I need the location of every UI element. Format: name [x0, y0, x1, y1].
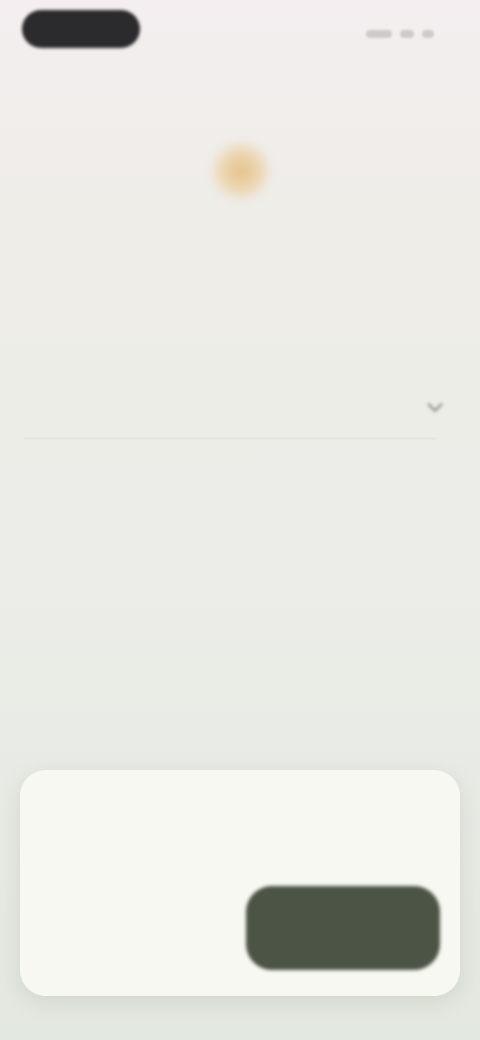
status-bar	[0, 0, 480, 60]
status-icons	[354, 26, 434, 42]
wifi-icon	[400, 30, 414, 38]
divider	[24, 438, 436, 439]
setting-row[interactable]	[24, 378, 460, 448]
chevron-down-icon[interactable]	[424, 396, 446, 418]
brand-icon	[210, 140, 272, 202]
status-time-pill	[22, 10, 140, 48]
battery-icon	[422, 30, 434, 38]
confirm-button[interactable]	[246, 886, 440, 970]
signal-icon	[366, 30, 392, 38]
cancel-button[interactable]	[48, 900, 228, 964]
confirmation-dialog	[20, 770, 460, 996]
